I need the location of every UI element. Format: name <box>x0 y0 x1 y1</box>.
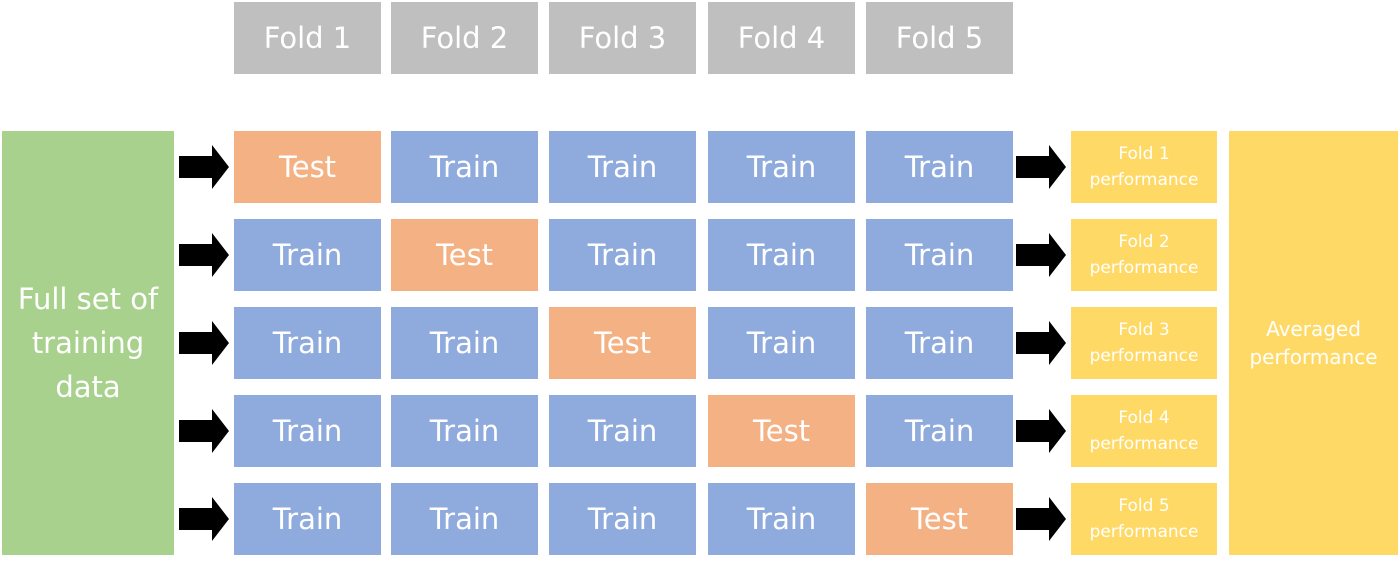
fold-header: Fold 2 <box>391 2 538 74</box>
averaged-performance-box: Averaged performance <box>1229 131 1398 555</box>
train-cell: Train <box>549 483 696 555</box>
right-arrow-icon <box>179 409 229 453</box>
right-arrow-icon <box>1016 145 1066 189</box>
right-arrow-icon <box>1016 497 1066 541</box>
right-arrow-icon <box>179 145 229 189</box>
fold-header: Fold 5 <box>866 2 1013 74</box>
train-cell: Train <box>708 219 855 291</box>
right-arrow-icon <box>179 233 229 277</box>
train-cell: Train <box>708 131 855 203</box>
right-arrow-icon <box>1016 233 1066 277</box>
full-set-box: Full set of training data <box>2 131 174 555</box>
train-cell: Train <box>391 131 538 203</box>
right-arrow-icon <box>179 321 229 365</box>
train-cell: Train <box>549 219 696 291</box>
train-cell: Train <box>866 219 1013 291</box>
train-cell: Train <box>234 219 381 291</box>
fold-performance-box: Fold 4 performance <box>1071 395 1217 467</box>
train-cell: Train <box>708 483 855 555</box>
test-cell: Test <box>866 483 1013 555</box>
train-cell: Train <box>866 395 1013 467</box>
fold-header: Fold 3 <box>549 2 696 74</box>
fold-performance-box: Fold 2 performance <box>1071 219 1217 291</box>
fold-header: Fold 1 <box>234 2 381 74</box>
right-arrow-icon <box>1016 409 1066 453</box>
fold-performance-box: Fold 3 performance <box>1071 307 1217 379</box>
train-cell: Train <box>549 395 696 467</box>
train-cell: Train <box>549 131 696 203</box>
fold-header: Fold 4 <box>708 2 855 74</box>
test-cell: Test <box>234 131 381 203</box>
test-cell: Test <box>708 395 855 467</box>
train-cell: Train <box>866 131 1013 203</box>
train-cell: Train <box>234 307 381 379</box>
fold-performance-box: Fold 5 performance <box>1071 483 1217 555</box>
train-cell: Train <box>391 307 538 379</box>
train-cell: Train <box>391 395 538 467</box>
train-cell: Train <box>866 307 1013 379</box>
right-arrow-icon <box>1016 321 1066 365</box>
train-cell: Train <box>391 483 538 555</box>
right-arrow-icon <box>179 497 229 541</box>
fold-performance-box: Fold 1 performance <box>1071 131 1217 203</box>
test-cell: Test <box>391 219 538 291</box>
train-cell: Train <box>708 307 855 379</box>
test-cell: Test <box>549 307 696 379</box>
train-cell: Train <box>234 395 381 467</box>
train-cell: Train <box>234 483 381 555</box>
